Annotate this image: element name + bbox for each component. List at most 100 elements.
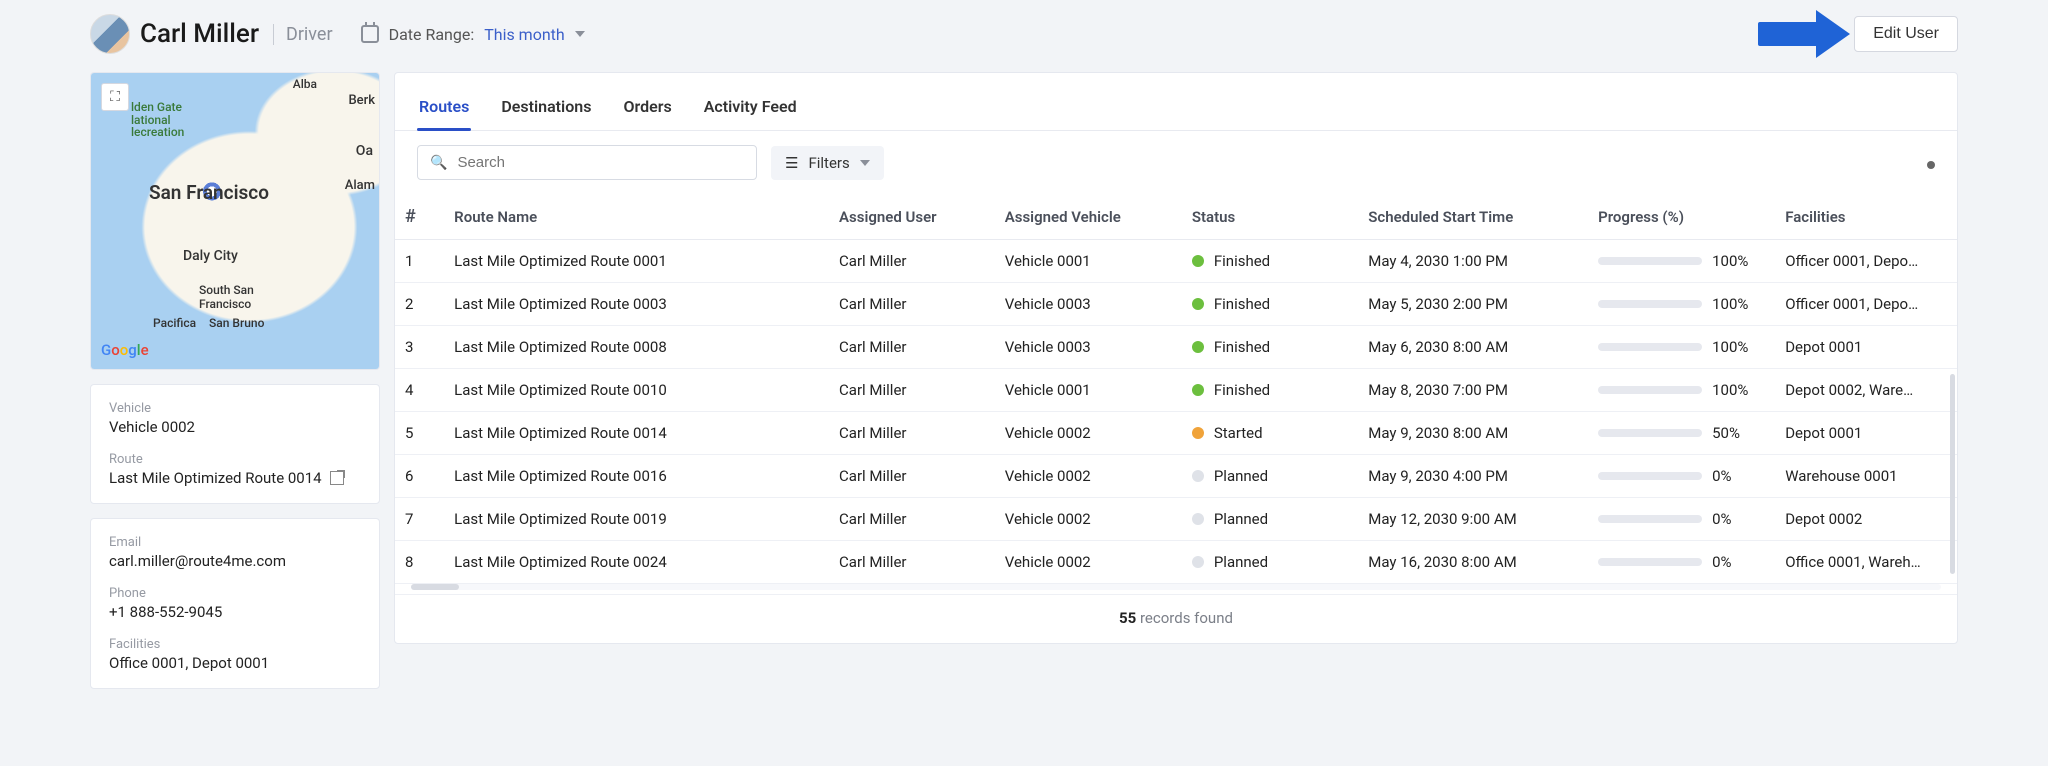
table-footer: 55 records found xyxy=(395,594,1957,643)
user-name: Carl Miller xyxy=(140,19,259,49)
pointer-arrow xyxy=(1758,16,1854,52)
cell-facilities: Office 0001, Wareh… xyxy=(1775,541,1957,584)
col-scheduled-start[interactable]: Scheduled Start Time xyxy=(1358,194,1588,240)
edit-user-button[interactable]: Edit User xyxy=(1854,16,1958,52)
col-facilities[interactable]: Facilities xyxy=(1775,194,1957,240)
cell-assigned-vehicle: Vehicle 0003 xyxy=(995,326,1182,369)
cell-route-name: Last Mile Optimized Route 0001 xyxy=(444,240,829,283)
table-row[interactable]: 8Last Mile Optimized Route 0024Carl Mill… xyxy=(395,541,1957,584)
cell-assigned-user: Carl Miller xyxy=(829,326,995,369)
vehicle-route-card: Vehicle Vehicle 0002 Route Last Mile Opt… xyxy=(90,384,380,504)
search-box[interactable]: 🔍 xyxy=(417,145,757,180)
cell-assigned-user: Carl Miller xyxy=(829,283,995,326)
map-label-albany: Alba xyxy=(293,77,317,91)
map-card[interactable]: ⛶ San Francisco Daly City South San Fran… xyxy=(90,72,380,370)
tab-activity-feed[interactable]: Activity Feed xyxy=(702,91,799,130)
cell-scheduled-start: May 4, 2030 1:00 PM xyxy=(1358,240,1588,283)
calendar-icon xyxy=(361,25,379,43)
table-row[interactable]: 7Last Mile Optimized Route 0019Carl Mill… xyxy=(395,498,1957,541)
routes-table-wrap: # Route Name Assigned User Assigned Vehi… xyxy=(395,194,1957,584)
cell-assigned-vehicle: Vehicle 0001 xyxy=(995,240,1182,283)
map-label-dalycity: Daly City xyxy=(183,248,238,264)
table-row[interactable]: 4Last Mile Optimized Route 0010Carl Mill… xyxy=(395,369,1957,412)
cell-assigned-user: Carl Miller xyxy=(829,412,995,455)
cell-scheduled-start: May 8, 2030 7:00 PM xyxy=(1358,369,1588,412)
cell-index: 8 xyxy=(395,541,444,584)
cell-progress: 0% xyxy=(1588,498,1775,541)
cell-assigned-user: Carl Miller xyxy=(829,455,995,498)
col-index[interactable]: # xyxy=(395,194,444,240)
route-label: Route xyxy=(109,452,361,467)
tab-destinations[interactable]: Destinations xyxy=(499,91,593,130)
table-header-row: # Route Name Assigned User Assigned Vehi… xyxy=(395,194,1957,240)
map-label-berkeley: Berk xyxy=(348,93,375,108)
cell-assigned-user: Carl Miller xyxy=(829,369,995,412)
vertical-scrollbar[interactable] xyxy=(1950,374,1955,574)
cell-assigned-vehicle: Vehicle 0001 xyxy=(995,369,1182,412)
status-dot-icon xyxy=(1192,384,1204,396)
col-route-name[interactable]: Route Name xyxy=(444,194,829,240)
col-assigned-user[interactable]: Assigned User xyxy=(829,194,995,240)
cell-status: Finished xyxy=(1182,369,1358,412)
cell-status: Finished xyxy=(1182,326,1358,369)
cell-scheduled-start: May 5, 2030 2:00 PM xyxy=(1358,283,1588,326)
cell-assigned-vehicle: Vehicle 0002 xyxy=(995,541,1182,584)
cell-assigned-vehicle: Vehicle 0002 xyxy=(995,455,1182,498)
fullscreen-button[interactable]: ⛶ xyxy=(101,83,129,111)
col-progress[interactable]: Progress (%) xyxy=(1588,194,1775,240)
map-label-sanbruno: San Bruno xyxy=(209,316,264,330)
chevron-down-icon xyxy=(575,31,585,37)
map-label-ggnra: lden Gate lational lecreation xyxy=(131,101,184,139)
cell-status: Planned xyxy=(1182,541,1358,584)
cell-facilities: Depot 0001 xyxy=(1775,326,1957,369)
toolbar: 🔍 ☰ Filters xyxy=(395,131,1957,194)
cell-facilities: Warehouse 0001 xyxy=(1775,455,1957,498)
chevron-down-icon xyxy=(860,160,870,166)
avatar xyxy=(90,14,130,54)
tab-orders[interactable]: Orders xyxy=(621,91,673,130)
cell-index: 3 xyxy=(395,326,444,369)
cell-progress: 0% xyxy=(1588,541,1775,584)
cell-facilities: Officer 0001, Depo… xyxy=(1775,283,1957,326)
phone-value: +1 888-552-9045 xyxy=(109,603,361,621)
horizontal-scrollbar[interactable] xyxy=(411,584,1941,590)
cell-route-name: Last Mile Optimized Route 0016 xyxy=(444,455,829,498)
open-external-icon[interactable] xyxy=(330,471,344,485)
status-dot-icon xyxy=(1192,341,1204,353)
records-suffix: records found xyxy=(1136,609,1233,627)
map-label-alameda: Alam xyxy=(345,178,375,193)
status-dot-icon xyxy=(1192,556,1204,568)
user-block: Carl Miller Driver xyxy=(90,14,333,54)
table-row[interactable]: 1Last Mile Optimized Route 0001Carl Mill… xyxy=(395,240,1957,283)
map[interactable]: ⛶ San Francisco Daly City South San Fran… xyxy=(91,73,379,369)
cell-scheduled-start: May 16, 2030 8:00 AM xyxy=(1358,541,1588,584)
cell-status: Finished xyxy=(1182,283,1358,326)
email-value: carl.miller@route4me.com xyxy=(109,552,361,570)
vehicle-label: Vehicle xyxy=(109,401,361,416)
cell-index: 5 xyxy=(395,412,444,455)
cell-route-name: Last Mile Optimized Route 0014 xyxy=(444,412,829,455)
cell-progress: 0% xyxy=(1588,455,1775,498)
table-row[interactable]: 3Last Mile Optimized Route 0008Carl Mill… xyxy=(395,326,1957,369)
date-range-value: This month xyxy=(484,25,565,44)
table-row[interactable]: 2Last Mile Optimized Route 0003Carl Mill… xyxy=(395,283,1957,326)
date-range-label: Date Range: xyxy=(389,25,475,44)
status-dot-icon xyxy=(1192,513,1204,525)
tab-routes[interactable]: Routes xyxy=(417,91,471,130)
cell-index: 6 xyxy=(395,455,444,498)
cell-scheduled-start: May 9, 2030 8:00 AM xyxy=(1358,412,1588,455)
filters-button[interactable]: ☰ Filters xyxy=(771,146,884,180)
cell-assigned-user: Carl Miller xyxy=(829,240,995,283)
search-icon: 🔍 xyxy=(430,155,447,171)
date-range-picker[interactable]: Date Range: This month xyxy=(361,25,585,44)
cell-index: 1 xyxy=(395,240,444,283)
col-status[interactable]: Status xyxy=(1182,194,1358,240)
route-value: Last Mile Optimized Route 0014 xyxy=(109,469,322,487)
col-assigned-vehicle[interactable]: Assigned Vehicle xyxy=(995,194,1182,240)
cell-assigned-vehicle: Vehicle 0002 xyxy=(995,412,1182,455)
cell-status: Finished xyxy=(1182,240,1358,283)
user-role: Driver xyxy=(273,24,333,45)
table-row[interactable]: 6Last Mile Optimized Route 0016Carl Mill… xyxy=(395,455,1957,498)
search-input[interactable] xyxy=(457,154,744,171)
table-row[interactable]: 5Last Mile Optimized Route 0014Carl Mill… xyxy=(395,412,1957,455)
